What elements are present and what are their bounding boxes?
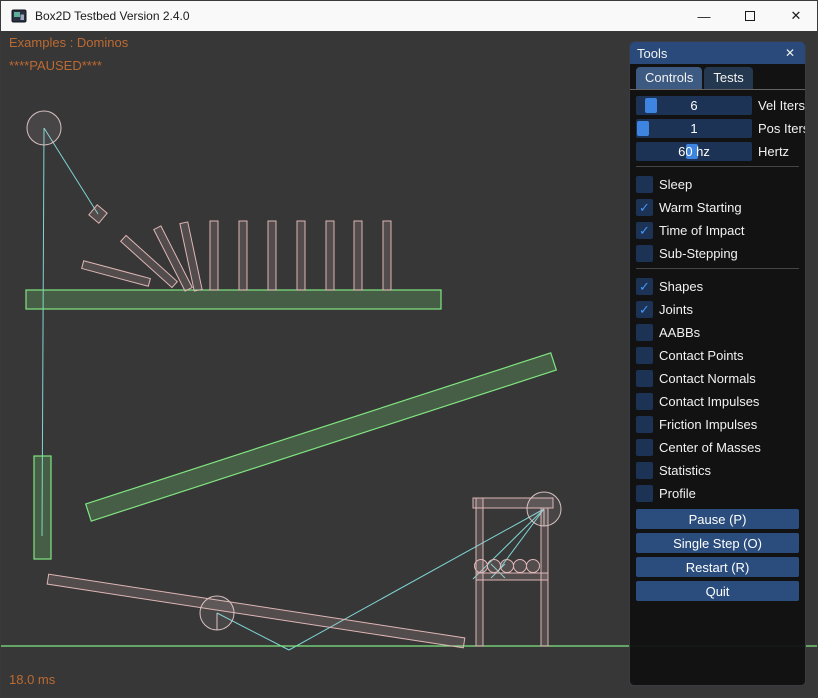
tools-panel-titlebar[interactable]: Tools ✕ (630, 42, 805, 64)
checkbox-joints[interactable]: ✓ Joints (636, 300, 799, 319)
quit-button[interactable]: Quit (636, 581, 799, 601)
sub-stepping-checkbox[interactable]: ✓ (636, 245, 653, 262)
contact-points-checkbox[interactable]: ✓ (636, 347, 653, 364)
tab-controls[interactable]: Controls (636, 67, 702, 89)
example-label: Examples : Dominos (9, 35, 128, 50)
separator (636, 166, 799, 167)
contact-normals-checkbox[interactable]: ✓ (636, 370, 653, 387)
time-of-impact-checkbox[interactable]: ✓ (636, 222, 653, 239)
pos-iters-slider[interactable]: 1 (636, 119, 752, 138)
profile-checkbox[interactable]: ✓ (636, 485, 653, 502)
contact-impulses-checkbox[interactable]: ✓ (636, 393, 653, 410)
separator (636, 268, 799, 269)
minimize-button[interactable]: — (681, 1, 727, 31)
aabbs-checkbox[interactable]: ✓ (636, 324, 653, 341)
pos-iters-label: Pos Iters (758, 121, 806, 136)
checkmark-icon: ✓ (639, 224, 650, 237)
hertz-label: Hertz (758, 144, 789, 159)
hertz-value: 60 hz (636, 142, 752, 161)
vel-iters-value: 6 (636, 96, 752, 115)
checkbox-aabbs[interactable]: ✓ AABBs (636, 323, 799, 342)
maximize-button[interactable] (727, 1, 773, 31)
single-step-button[interactable]: Single Step (O) (636, 533, 799, 553)
joints-checkbox[interactable]: ✓ (636, 301, 653, 318)
seesaw-plank (47, 574, 465, 648)
app-window: Box2D Testbed Version 2.4.0 — ✕ (0, 0, 818, 698)
pause-button[interactable]: Pause (P) (636, 509, 799, 529)
maximize-icon (745, 11, 755, 21)
pendulum-box (89, 205, 107, 223)
checkbox-profile[interactable]: ✓ Profile (636, 484, 799, 503)
checkbox-contact-impulses[interactable]: ✓ Contact Impulses (636, 392, 799, 411)
tools-tabbar: Controls Tests (630, 64, 805, 90)
statistics-checkbox[interactable]: ✓ (636, 462, 653, 479)
hertz-slider[interactable]: 60 hz (636, 142, 752, 161)
checkbox-sleep[interactable]: ✓ Sleep (636, 175, 799, 194)
hertz-row: 60 hz Hertz (636, 142, 799, 161)
sleep-checkbox[interactable]: ✓ (636, 176, 653, 193)
window-title: Box2D Testbed Version 2.4.0 (35, 9, 681, 23)
frame-time-label: 18.0 ms (9, 672, 55, 687)
vel-iters-label: Vel Iters (758, 98, 805, 113)
center-of-masses-checkbox[interactable]: ✓ (636, 439, 653, 456)
checkmark-icon: ✓ (639, 201, 650, 214)
simulation-canvas[interactable]: Examples : Dominos ****PAUSED**** 18.0 m… (1, 31, 818, 698)
tab-tests[interactable]: Tests (704, 67, 752, 89)
checkbox-friction-impulses[interactable]: ✓ Friction Impulses (636, 415, 799, 434)
shapes-checkbox[interactable]: ✓ (636, 278, 653, 295)
pos-iters-row: 1 Pos Iters (636, 119, 799, 138)
checkbox-contact-points[interactable]: ✓ Contact Points (636, 346, 799, 365)
pendulum-anchor-circle (27, 111, 61, 145)
checkbox-center-of-masses[interactable]: ✓ Center of Masses (636, 438, 799, 457)
tools-panel-title: Tools (637, 46, 782, 61)
checkbox-shapes[interactable]: ✓ Shapes (636, 277, 799, 296)
button-stack: Pause (P) Single Step (O) Restart (R) Qu… (636, 509, 799, 601)
tools-panel-body: 6 Vel Iters 1 Pos Iters 60 hz (630, 90, 805, 685)
vel-iters-slider[interactable]: 6 (636, 96, 752, 115)
checkbox-time-of-impact[interactable]: ✓ Time of Impact (636, 221, 799, 240)
checkmark-icon: ✓ (639, 280, 650, 293)
panel-close-icon[interactable]: ✕ (782, 46, 798, 60)
app-icon (11, 8, 27, 24)
friction-impulses-checkbox[interactable]: ✓ (636, 416, 653, 433)
warm-starting-checkbox[interactable]: ✓ (636, 199, 653, 216)
dynamic-bodies (47, 205, 553, 648)
restart-button[interactable]: Restart (R) (636, 557, 799, 577)
checkbox-warm-starting[interactable]: ✓ Warm Starting (636, 198, 799, 217)
checkbox-sub-stepping[interactable]: ✓ Sub-Stepping (636, 244, 799, 263)
tools-panel: Tools ✕ Controls Tests 6 Vel Iters (629, 41, 806, 686)
close-button[interactable]: ✕ (773, 1, 818, 31)
checkbox-statistics[interactable]: ✓ Statistics (636, 461, 799, 480)
titlebar[interactable]: Box2D Testbed Version 2.4.0 — ✕ (1, 1, 818, 31)
checkmark-icon: ✓ (639, 303, 650, 316)
checkbox-contact-normals[interactable]: ✓ Contact Normals (636, 369, 799, 388)
vel-iters-row: 6 Vel Iters (636, 96, 799, 115)
pos-iters-value: 1 (636, 119, 752, 138)
paused-label: ****PAUSED**** (9, 58, 102, 73)
